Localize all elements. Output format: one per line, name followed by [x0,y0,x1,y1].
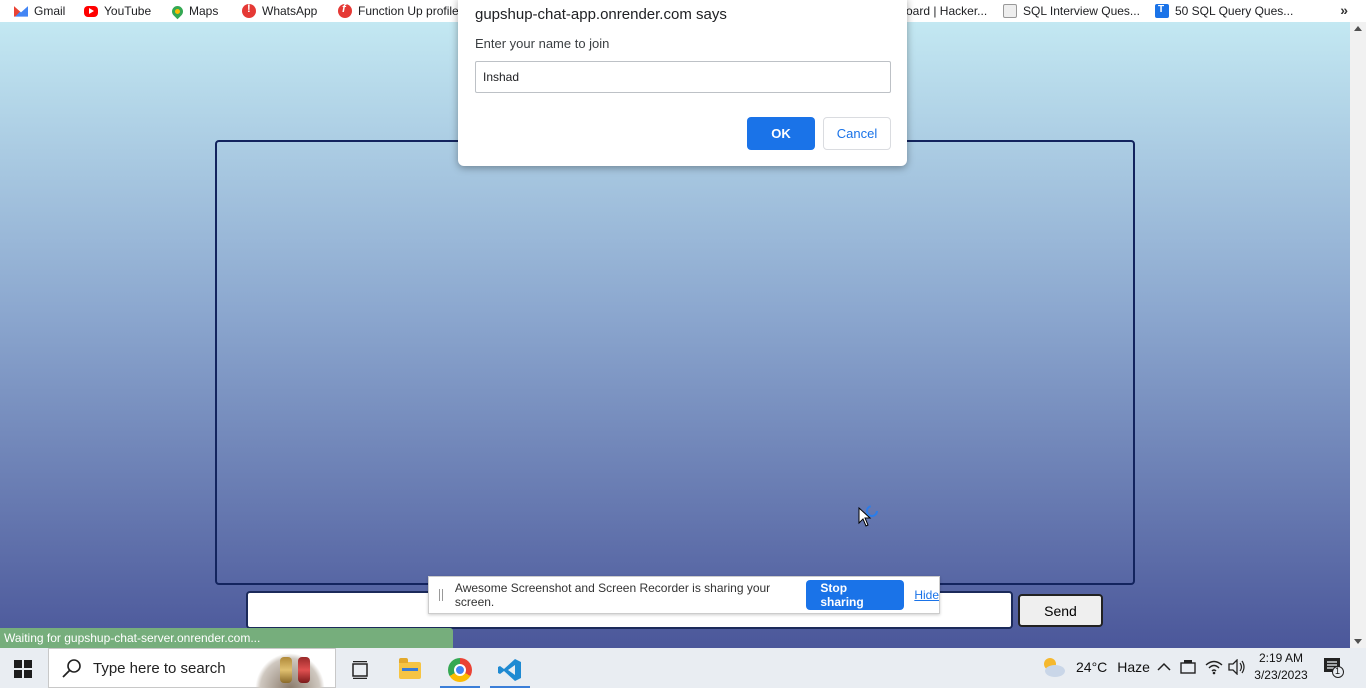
bookmark-label: Gmail [34,4,66,18]
t-icon [1155,4,1169,18]
functionup-icon [338,3,352,18]
gmail-icon [14,6,28,17]
bookmark-label: Function Up profile [358,4,459,18]
bookmark-label: oard | Hacker... [906,4,988,18]
scroll-down-icon[interactable] [1354,639,1362,644]
volume-icon[interactable] [1228,659,1246,675]
chat-messages-box [215,140,1135,585]
name-input[interactable]: Inshad [475,61,891,93]
windows-start-icon[interactable] [14,660,32,678]
task-view-icon[interactable] [336,652,384,688]
bookmark-whatsapp[interactable]: WhatsApp [242,0,317,22]
bookmark-label: YouTube [104,4,152,18]
bookmark-50-sql[interactable]: 50 SQL Query Ques... [1155,0,1293,22]
bookmark-functionup[interactable]: Function Up profile [338,0,459,22]
hide-link[interactable]: Hide [914,588,939,602]
notification-center-icon[interactable]: 1 [1322,656,1350,680]
battery-icon[interactable] [1180,659,1198,675]
taskbar-clock[interactable]: 2:19 AM 3/23/2023 [1250,650,1312,684]
youtube-icon [84,5,98,17]
bookmark-maps[interactable]: Maps [169,0,219,22]
page-scrollbar[interactable] [1350,22,1366,648]
scroll-up-icon[interactable] [1354,26,1362,31]
vscode-icon[interactable] [486,652,534,688]
weather-widget[interactable]: 24°C Haze [1040,656,1150,678]
chevron-up-icon[interactable] [1157,662,1171,672]
wifi-icon[interactable] [1205,659,1223,675]
whatsapp-icon [242,3,256,18]
share-message: Awesome Screenshot and Screen Recorder i… [454,581,771,609]
bookmark-label: 50 SQL Query Ques... [1175,4,1294,18]
send-button[interactable]: Send [1018,594,1103,627]
file-explorer-icon[interactable] [386,652,434,688]
weather-temp: 24°C [1076,659,1108,675]
ok-button[interactable]: OK [747,117,815,150]
chrome-icon[interactable] [436,652,484,688]
dialog-title: gupshup-chat-app.onrender.com says [475,6,727,23]
screen-share-bar: Awesome Screenshot and Screen Recorder i… [428,576,940,614]
cloudy-weather-icon [1044,658,1065,677]
search-icon [62,659,81,678]
clock-time: 2:19 AM [1258,651,1304,665]
notification-count: 1 [1335,666,1341,676]
sql-icon [1003,4,1017,18]
maps-icon [169,3,186,19]
clock-date: 3/23/2023 [1254,668,1308,682]
lantern-decoration-icon [255,653,325,688]
bookmark-gmail[interactable]: Gmail [14,0,65,22]
taskbar-search-box[interactable]: Type here to search [48,648,336,688]
weather-desc: Haze [1117,659,1150,675]
cancel-button[interactable]: Cancel [823,117,891,150]
bookmark-label: WhatsApp [262,4,318,18]
stop-sharing-button[interactable]: Stop sharing [806,580,905,610]
prompt-dialog: gupshup-chat-app.onrender.com says Enter… [458,0,907,166]
bookmark-sql-interview[interactable]: SQL Interview Ques... [1003,0,1140,22]
busy-cursor-icon [858,505,878,527]
bookmark-hackerrank[interactable]: oard | Hacker... [906,0,987,22]
windows-taskbar: Type here to search 24°C Haze 2:19 AM 3/… [0,648,1366,688]
bookmark-label: SQL Interview Ques... [1023,4,1140,18]
more-bookmarks-icon[interactable]: » [1340,2,1348,18]
bookmark-youtube[interactable]: YouTube [84,0,151,22]
drag-handle-icon[interactable] [439,589,443,601]
dialog-message: Enter your name to join [475,36,610,51]
search-placeholder: Type here to search [93,659,226,677]
status-bar: Waiting for gupshup-chat-server.onrender… [0,628,453,648]
bookmark-label: Maps [189,4,219,18]
